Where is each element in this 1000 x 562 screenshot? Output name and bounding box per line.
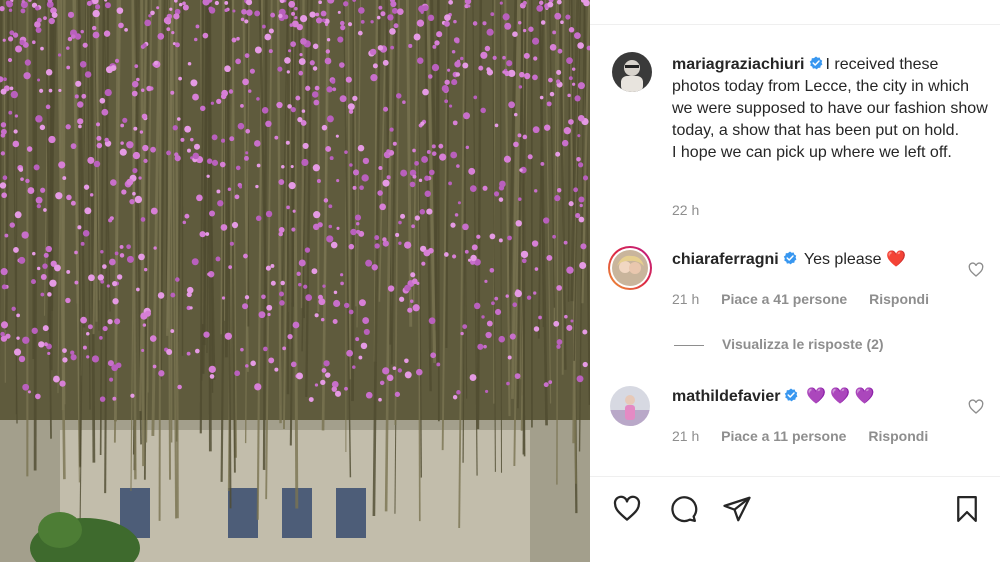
replies-dash [674, 344, 704, 346]
comment-like-heart-icon[interactable] [968, 399, 984, 415]
comment-likes-link[interactable]: Piace a 11 persone [721, 428, 846, 444]
paper-plane-icon[interactable] [722, 494, 752, 524]
comment-emoji: ❤️ [886, 251, 906, 268]
divider [590, 476, 1000, 477]
author-username[interactable]: mariagraziachiuri [672, 56, 805, 73]
bougainvillea-wall-image [0, 0, 590, 562]
verified-badge-icon [783, 251, 797, 265]
author-avatar[interactable] [612, 52, 652, 92]
comment-timestamp[interactable]: 21 h [672, 291, 699, 307]
post-caption: mariagraziachiuri I received these photos… [672, 54, 990, 164]
reply-button[interactable]: Rispondi [869, 291, 929, 307]
view-replies-button[interactable]: Visualizza le risposte (2) [674, 336, 884, 352]
comment-bubble-icon[interactable] [668, 494, 698, 524]
divider [590, 24, 1000, 25]
comment-likes-link[interactable]: Piace a 41 persone [721, 291, 847, 307]
post-photo[interactable] [0, 0, 590, 562]
comment-emoji: 💜 💜 💜 [805, 388, 875, 405]
heart-icon[interactable] [612, 494, 642, 524]
verified-badge-icon [784, 388, 798, 402]
reply-button[interactable]: Rispondi [868, 428, 928, 444]
verified-badge-icon [809, 56, 823, 70]
comment-username[interactable]: chiaraferragni [672, 251, 779, 268]
comment-2-meta: 21 h Piace a 11 persone Rispondi [672, 428, 946, 444]
bookmark-icon[interactable] [952, 494, 982, 524]
comment-avatar-mathildefavier[interactable] [610, 386, 650, 426]
comment-like-heart-icon[interactable] [968, 262, 984, 278]
comment-2: mathildefavier 💜 💜 💜 [672, 386, 875, 408]
comment-text: Yes please [803, 251, 882, 268]
comment-timestamp[interactable]: 21 h [672, 428, 699, 444]
comment-username[interactable]: mathildefavier [672, 388, 780, 405]
comment-1: chiaraferragni Yes please ❤️ [672, 249, 906, 271]
view-replies-label: Visualizza le risposte (2) [722, 336, 884, 352]
caption-timestamp[interactable]: 22 h [672, 202, 699, 218]
comment-avatar-chiaraferragni[interactable] [608, 246, 652, 290]
comment-1-meta: 21 h Piace a 41 persone Rispondi [672, 291, 947, 307]
post-details-panel: mariagraziachiuri I received these photos… [590, 0, 1000, 562]
